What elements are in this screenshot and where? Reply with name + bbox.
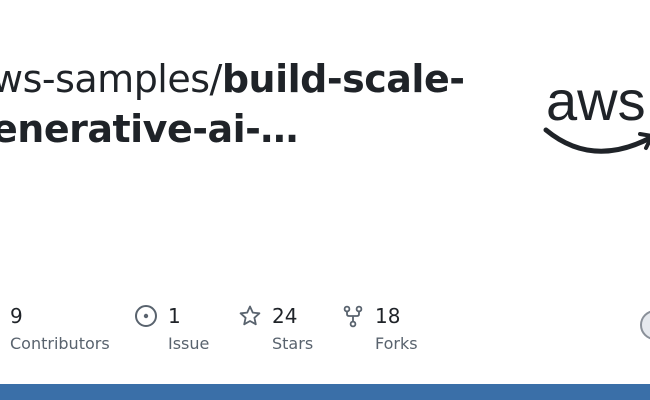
forks-count: 18 — [375, 304, 401, 328]
stars-label: Stars — [272, 334, 314, 353]
repo-name-line2: enerative-ai-… — [0, 107, 298, 151]
star-icon — [239, 305, 261, 326]
issues-label: Issue — [168, 334, 210, 353]
repo-name-line1: build-scale- — [221, 57, 465, 101]
repo-forked-icon — [343, 305, 363, 328]
aws-logo-text: aws — [546, 72, 646, 132]
repo-owner: ws-samples/ — [0, 57, 222, 101]
issue-opened-icon — [135, 305, 157, 327]
issues-count: 1 — [168, 304, 181, 328]
contributors-count: 9 — [10, 304, 23, 328]
stars-count: 24 — [272, 304, 298, 328]
contributors-label: Contributors — [10, 334, 110, 353]
bottom-language-bar — [0, 384, 650, 400]
repo-title: ws-samples/build-scale- enerative-ai-… — [0, 54, 512, 154]
aws-logo: aws — [540, 69, 650, 166]
forks-label: Forks — [375, 334, 418, 353]
contributor-avatar[interactable] — [640, 310, 650, 340]
